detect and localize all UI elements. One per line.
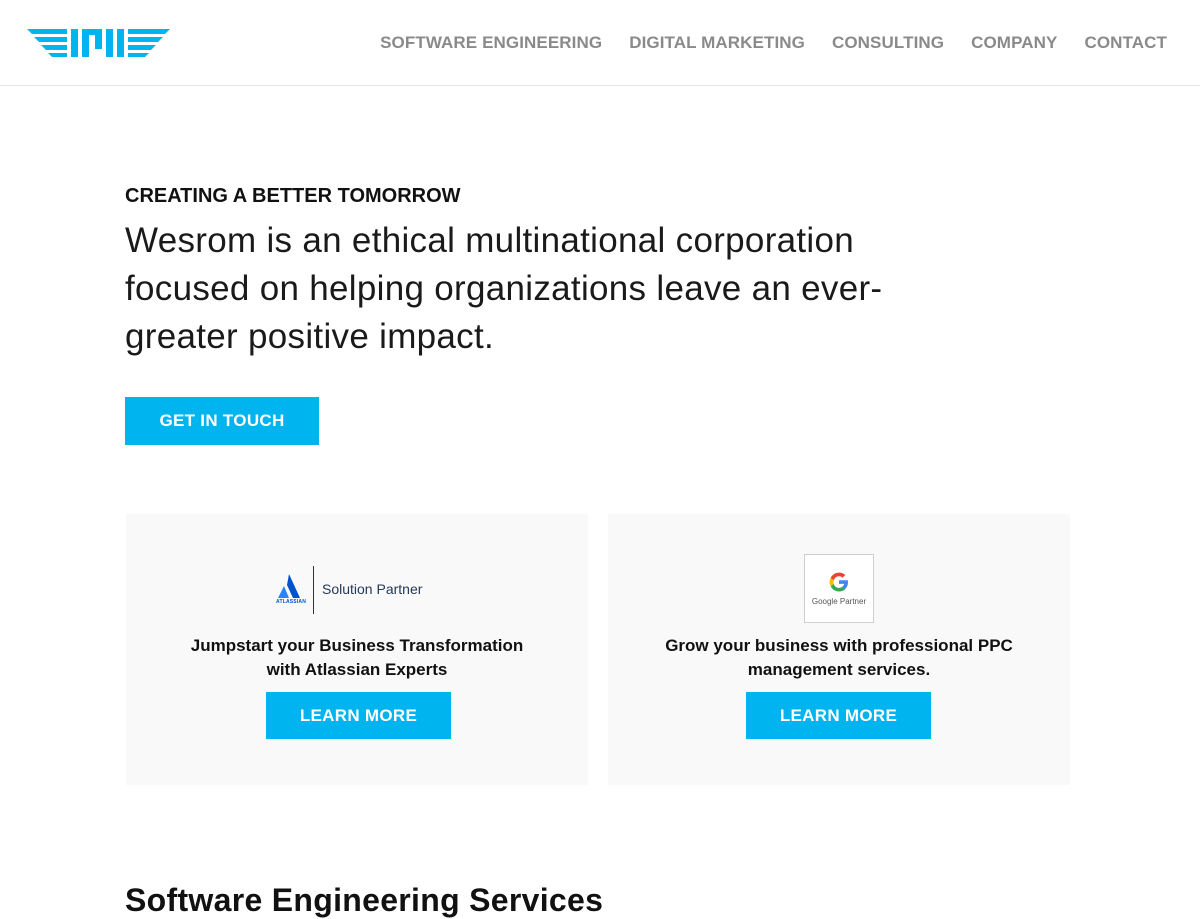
- get-in-touch-button[interactable]: GET IN TOUCH: [125, 397, 319, 445]
- wesrom-logo[interactable]: [27, 27, 172, 59]
- hero-headline: Wesrom is an ethical multinational corpo…: [125, 221, 883, 356]
- google-learn-more-button[interactable]: LEARN MORE: [746, 692, 931, 739]
- atlassian-card-title: Jumpstart your Business Transformation w…: [190, 636, 524, 679]
- nav-company[interactable]: COMPANY: [971, 31, 1057, 55]
- nav-consulting[interactable]: CONSULTING: [832, 31, 944, 55]
- nav-software-engineering[interactable]: SOFTWARE ENGINEERING: [380, 31, 602, 55]
- site-header: SOFTWARE ENGINEERING DIGITAL MARKETING C…: [0, 0, 1200, 86]
- atlassian-wordmark: ATLASSIAN: [276, 599, 307, 605]
- google-partner-label: Google Partner: [811, 597, 867, 606]
- atlassian-learn-more-button[interactable]: LEARN MORE: [266, 692, 451, 739]
- google-partner-card: Google Partner Grow your business with p…: [608, 514, 1070, 785]
- hero-eyebrow: CREATING A BETTER TOMORROW: [125, 185, 461, 207]
- atlassian-card: ATLASSIAN Solution Partner Jumpstart you…: [126, 514, 588, 785]
- google-card-title: Grow your business with professional PPC…: [665, 636, 1013, 679]
- hero-section: CREATING A BETTER TOMORROW Wesrom is an …: [125, 183, 1025, 361]
- software-engineering-services-heading: Software Engineering Services: [125, 882, 604, 918]
- nav-digital-marketing[interactable]: DIGITAL MARKETING: [629, 31, 805, 55]
- google-partner-badge: Google Partner: [804, 554, 874, 623]
- badge-divider: [313, 566, 314, 614]
- atlassian-solution-partner-badge: ATLASSIAN Solution Partner: [276, 566, 436, 616]
- main-nav: SOFTWARE ENGINEERING DIGITAL MARKETING C…: [353, 31, 1167, 55]
- solution-partner-label: Solution Partner: [322, 581, 423, 597]
- nav-contact[interactable]: CONTACT: [1084, 31, 1167, 55]
- google-g-icon: [829, 572, 848, 592]
- atlassian-logo-icon: [278, 574, 300, 598]
